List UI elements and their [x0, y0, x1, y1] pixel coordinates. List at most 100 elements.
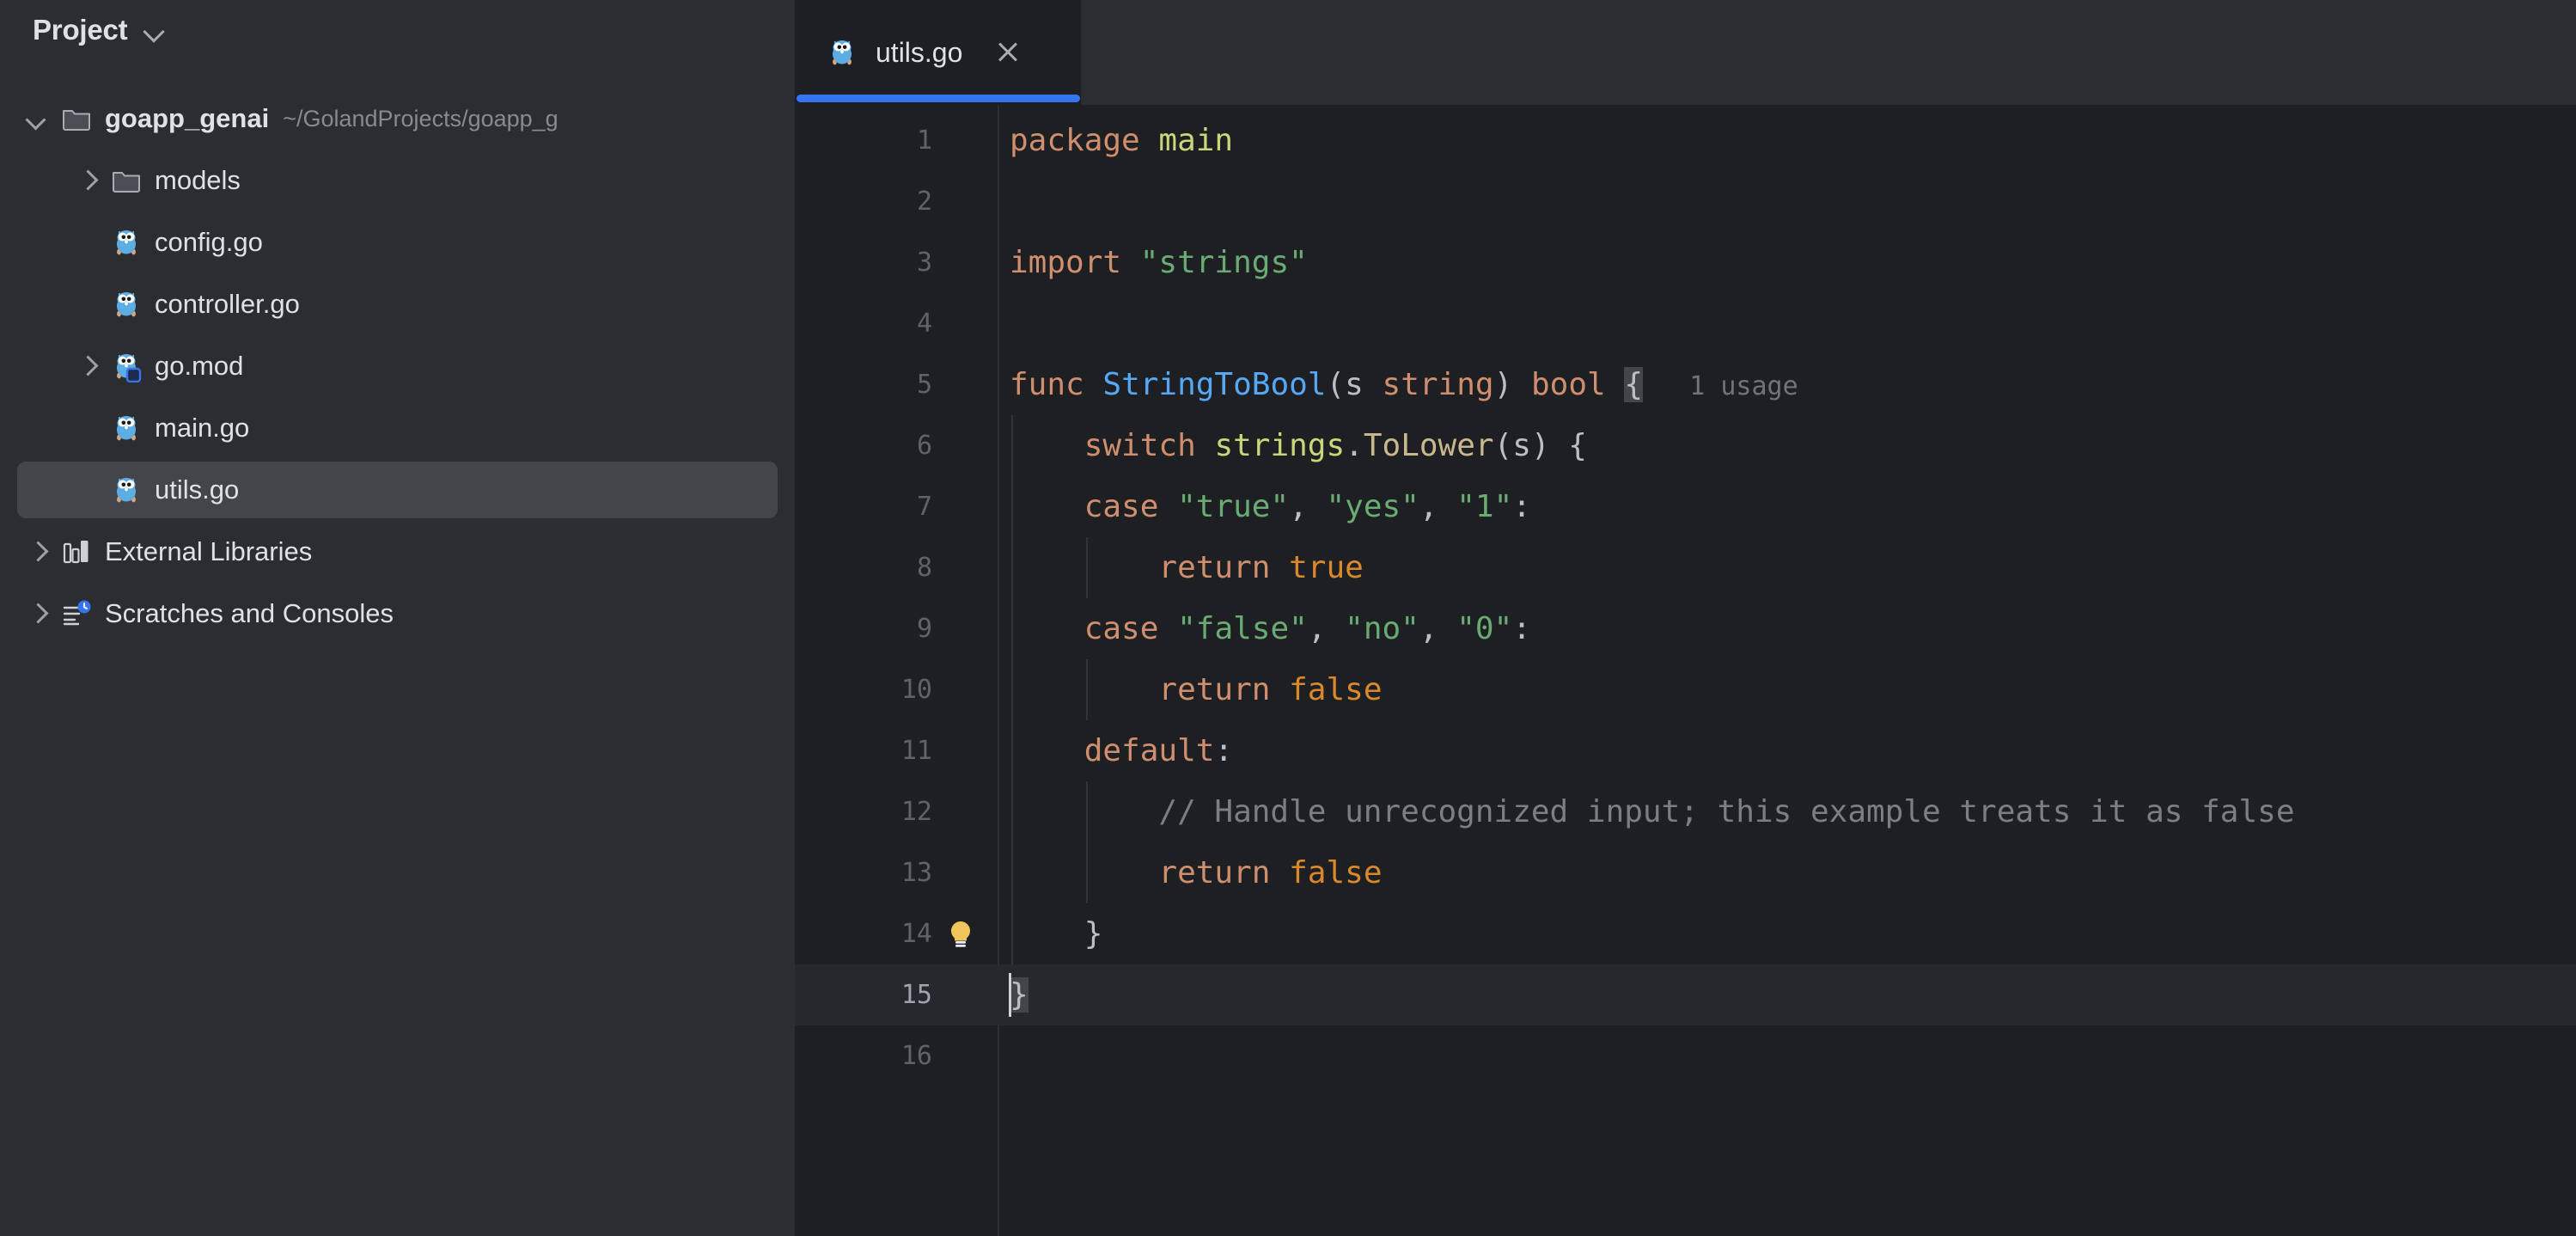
- code-line-content[interactable]: case "true", "yes", "1":: [1010, 476, 1531, 537]
- code-token: default: [1084, 733, 1215, 768]
- chevron-right-icon[interactable]: [22, 537, 52, 566]
- line-number: 12: [795, 781, 932, 842]
- go-file-icon: [110, 412, 143, 444]
- code-token: string: [1383, 367, 1494, 402]
- indent-guide: [1011, 903, 1013, 964]
- code-token: [1364, 367, 1383, 402]
- goland-ide-window: Project goapp_genai ~/GolandProjects/goap…: [0, 0, 2576, 1236]
- indent-guide: [1086, 659, 1088, 720]
- line-number: 1: [795, 110, 932, 171]
- tree-arrow-placeholder: [72, 290, 101, 319]
- tree-item-label: goapp_genai: [105, 103, 269, 134]
- tree-item-label: Scratches and Consoles: [105, 598, 394, 629]
- code-line-content[interactable]: import "strings": [1010, 232, 1308, 293]
- code-token: :: [1512, 489, 1531, 524]
- code-token: .: [1345, 428, 1364, 463]
- code-line-content[interactable]: }: [1010, 903, 1102, 964]
- code-token: ,: [1419, 611, 1456, 646]
- code-token: }: [1010, 977, 1029, 1013]
- code-token: return: [1158, 855, 1270, 890]
- go-file-icon: [110, 226, 143, 259]
- tree-item-label: main.go: [155, 413, 249, 444]
- active-tab-indicator: [797, 95, 1080, 102]
- line-number: 10: [795, 659, 932, 720]
- tree-arrow-placeholder: [72, 475, 101, 505]
- tree-item-go-mod[interactable]: go.mod: [0, 335, 795, 397]
- tree-item-utils-go[interactable]: utils.go: [0, 459, 795, 521]
- code-line-content[interactable]: return true: [1010, 537, 1364, 598]
- tree-item-main-go[interactable]: main.go: [0, 397, 795, 459]
- code-token: case: [1084, 489, 1159, 524]
- code-token: false: [1289, 672, 1382, 707]
- close-icon[interactable]: [993, 38, 1022, 67]
- code-token: switch: [1084, 428, 1196, 463]
- tree-item-controller-go[interactable]: controller.go: [0, 273, 795, 335]
- code-token: case: [1084, 611, 1159, 646]
- tree-item-scratches-and-consoles[interactable]: Scratches and Consoles: [0, 583, 795, 645]
- code-line-content[interactable]: }: [1010, 964, 1029, 1025]
- tree-arrow-placeholder: [72, 228, 101, 257]
- code-token: "true": [1177, 489, 1289, 524]
- project-tool-window: Project goapp_genai ~/GolandProjects/goap…: [0, 0, 795, 1236]
- line-number: 5: [795, 354, 932, 415]
- code-token: [1010, 611, 1084, 646]
- code-token: [1140, 123, 1159, 158]
- code-token: {: [1624, 367, 1643, 402]
- code-token: [1010, 916, 1084, 951]
- project-path-hint: ~/GolandProjects/goapp_g: [283, 106, 558, 132]
- tree-item-goapp-genai[interactable]: goapp_genai ~/GolandProjects/goapp_g: [0, 88, 795, 150]
- tree-item-label: config.go: [155, 227, 263, 258]
- code-token: [1512, 367, 1531, 402]
- code-token: [1010, 489, 1084, 524]
- indent-guide: [1086, 842, 1088, 903]
- project-panel-header[interactable]: Project: [0, 0, 795, 60]
- code-token: [1196, 428, 1215, 463]
- tab-label: utils.go: [876, 37, 962, 69]
- indent-guide: [1011, 659, 1013, 720]
- code-token: "yes": [1327, 489, 1419, 524]
- code-line-content[interactable]: return false: [1010, 842, 1383, 903]
- scratches-icon: [60, 597, 93, 630]
- tree-item-label: utils.go: [155, 474, 239, 505]
- code-token: strings: [1214, 428, 1345, 463]
- code-token: return: [1158, 672, 1270, 707]
- lightbulb-icon[interactable]: [944, 918, 977, 951]
- code-line-content[interactable]: case "false", "no", "0":: [1010, 598, 1531, 659]
- code-token: [1606, 367, 1625, 402]
- tree-item-external-libraries[interactable]: External Libraries: [0, 521, 795, 583]
- code-line-content[interactable]: package main: [1010, 110, 1233, 171]
- code-token: bool: [1531, 367, 1606, 402]
- tree-item-label: models: [155, 165, 241, 196]
- indent-guide: [1011, 476, 1013, 537]
- code-line-content[interactable]: // Handle unrecognized input; this examp…: [1010, 781, 2295, 842]
- code-token: ,: [1308, 611, 1345, 646]
- code-token: ): [1494, 367, 1513, 402]
- code-token: // Handle unrecognized input; this examp…: [1158, 794, 2294, 829]
- chevron-right-icon[interactable]: [72, 352, 101, 381]
- editor-tab-utils-go[interactable]: utils.go: [795, 0, 1081, 105]
- code-line: [795, 171, 2576, 232]
- chevron-right-icon[interactable]: [22, 599, 52, 628]
- code-token: ,: [1419, 489, 1456, 524]
- code-editor[interactable]: 1package main23import "strings"45func St…: [795, 105, 2576, 1236]
- code-line-content[interactable]: func StringToBool(s string) bool { 1 usa…: [1010, 354, 1798, 415]
- indent-guide: [1011, 415, 1013, 476]
- tree-item-models[interactable]: models: [0, 150, 795, 211]
- chevron-right-icon[interactable]: [72, 166, 101, 195]
- code-line-content[interactable]: return false: [1010, 659, 1383, 720]
- code-token: {: [1550, 428, 1587, 463]
- code-line: [795, 1025, 2576, 1086]
- code-token: "strings": [1140, 245, 1308, 280]
- chevron-down-icon[interactable]: [143, 19, 165, 41]
- go-module-icon: [110, 350, 143, 382]
- code-line-content[interactable]: switch strings.ToLower(s) {: [1010, 415, 1587, 476]
- code-token: [1270, 672, 1289, 707]
- code-token: "no": [1345, 611, 1419, 646]
- line-number: 6: [795, 415, 932, 476]
- chevron-down-icon[interactable]: [22, 104, 52, 133]
- line-number: 13: [795, 842, 932, 903]
- line-number: 8: [795, 537, 932, 598]
- inlay-usage-hint[interactable]: 1 usage: [1643, 371, 1798, 401]
- code-line-content[interactable]: default:: [1010, 720, 1233, 781]
- tree-item-config-go[interactable]: config.go: [0, 211, 795, 273]
